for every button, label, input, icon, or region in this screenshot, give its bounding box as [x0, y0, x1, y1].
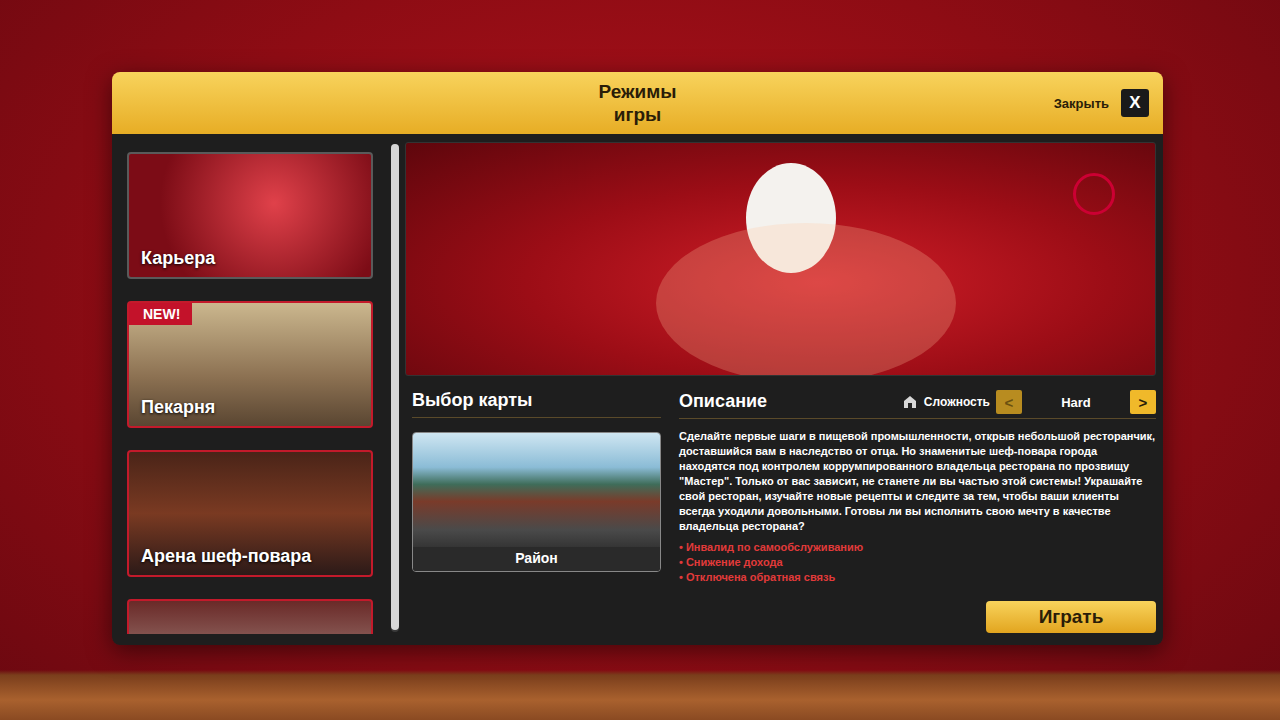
mode-card[interactable]: NEW! Пекарня: [127, 301, 373, 428]
scrollbar[interactable]: [391, 144, 399, 632]
mode-card[interactable]: Арена шеф-повара: [127, 450, 373, 577]
mode-banner: [405, 142, 1156, 376]
mode-label[interactable]: Пекарня: [141, 397, 215, 418]
dialog-title: Режимы игры: [278, 80, 998, 126]
description-text: Сделайте первые шаги в пищевой промышлен…: [679, 429, 1156, 534]
map-preview[interactable]: [413, 433, 660, 547]
new-badge: NEW!: [129, 303, 192, 325]
description-title: Описание: [679, 391, 767, 418]
dialog-header: Режимы игры Закрыть X: [112, 72, 1163, 134]
scrollbar-thumb[interactable]: [391, 144, 399, 630]
modifier-list: • Инвалид по самообслуживанию• Снижение …: [679, 540, 1156, 585]
modifier-item: • Инвалид по самообслуживанию: [679, 540, 1156, 555]
mode-card[interactable]: Карьера: [127, 152, 373, 279]
map-section: Выбор карты Район: [412, 390, 661, 637]
game-screen: Режимы игры Закрыть X Карьера NEW! Пекарн…: [0, 0, 1280, 720]
close-button[interactable]: Закрыть X: [1039, 89, 1149, 117]
difficulty-value: Hard: [1028, 395, 1124, 410]
close-icon[interactable]: X: [1121, 89, 1149, 117]
mode-label[interactable]: Арена шеф-повара: [141, 546, 311, 567]
dialog-body: Карьера NEW! Пекарня Арена шеф-повара Выб…: [112, 134, 1163, 645]
game-modes-dialog: Режимы игры Закрыть X Карьера NEW! Пекарн…: [112, 72, 1163, 645]
map-card[interactable]: Район: [412, 432, 661, 572]
difficulty-label: Сложность: [924, 395, 990, 409]
mode-label[interactable]: Карьера: [141, 248, 215, 269]
difficulty-icon: [902, 394, 918, 410]
map-section-title: Выбор карты: [412, 390, 661, 418]
modifier-item: • Снижение дохода: [679, 555, 1156, 570]
mode-card[interactable]: [127, 599, 373, 634]
modifier-item: • Отключена обратная связь: [679, 570, 1156, 585]
play-button[interactable]: Играть: [986, 601, 1156, 633]
difficulty-next-button[interactable]: >: [1130, 390, 1156, 414]
map-label[interactable]: Район: [413, 547, 660, 571]
difficulty-selector: Сложность < Hard >: [902, 390, 1156, 418]
difficulty-prev-button[interactable]: <: [996, 390, 1022, 414]
description-section: Описание Сложность < Hard > Сделайте пер…: [679, 390, 1156, 637]
close-label[interactable]: Закрыть: [1054, 96, 1109, 111]
mode-list: Карьера NEW! Пекарня Арена шеф-повара: [127, 142, 399, 637]
